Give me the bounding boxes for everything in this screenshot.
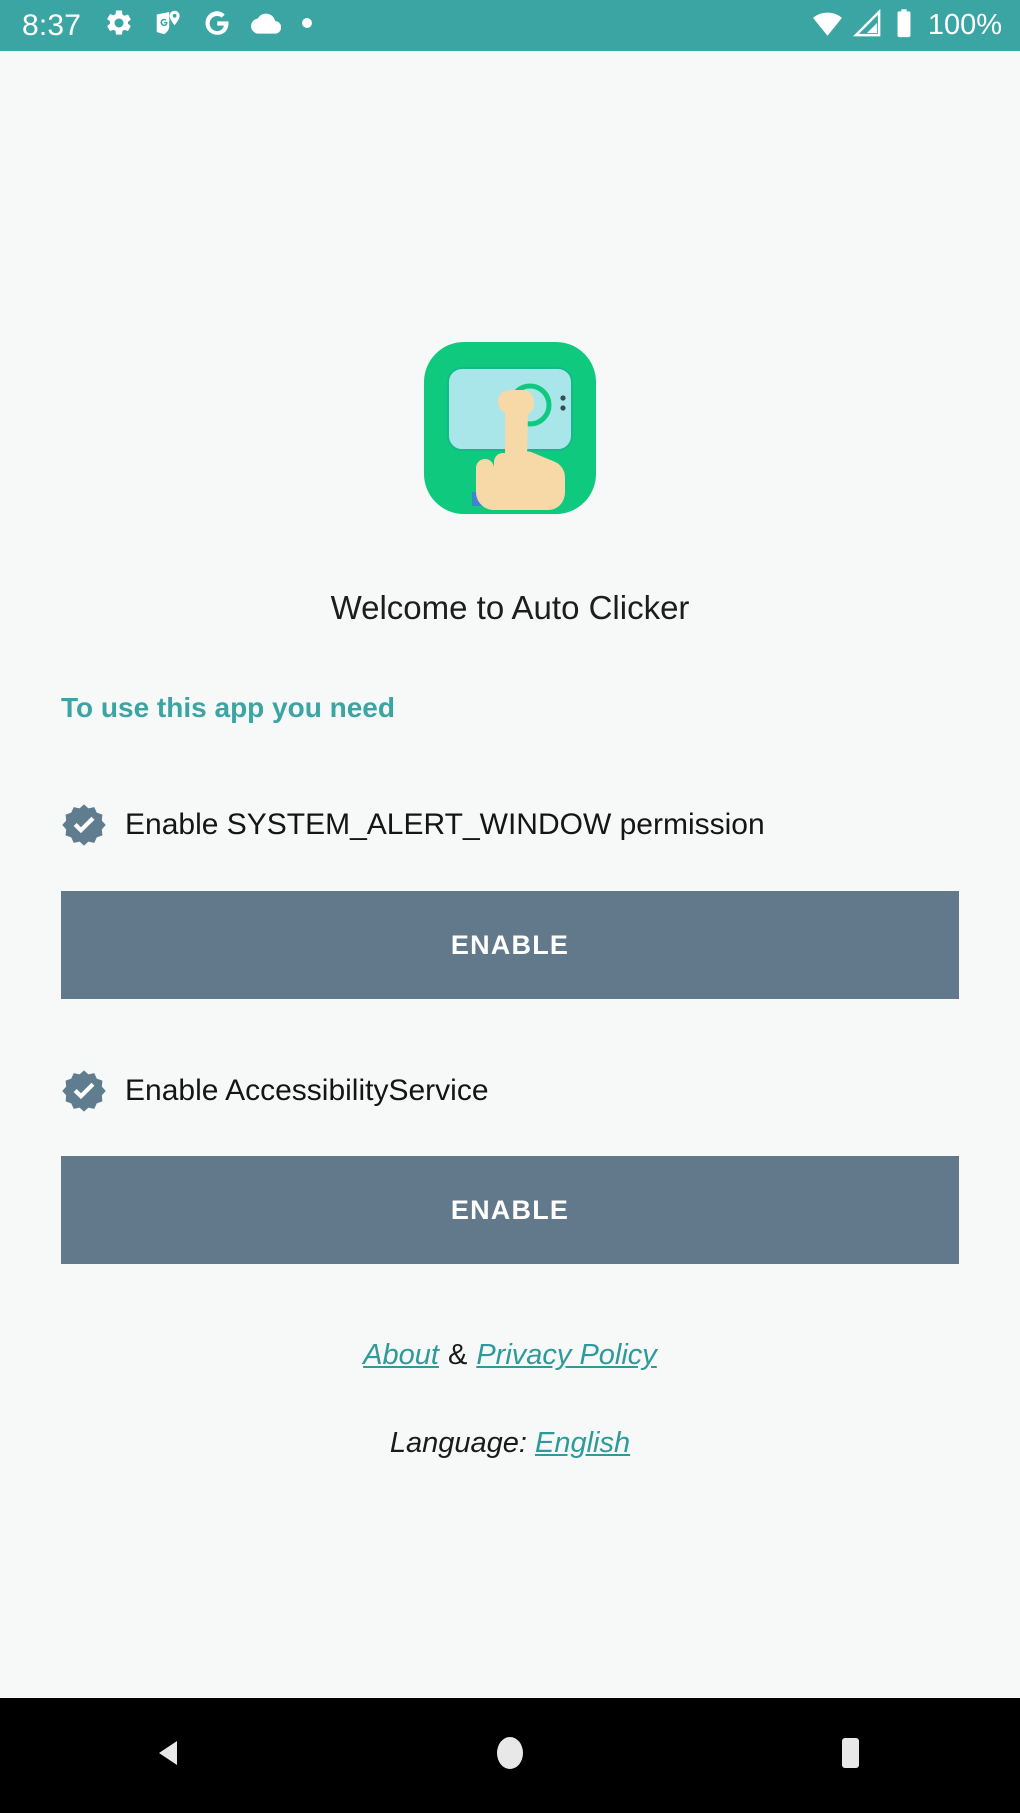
footer-links: About & Privacy Policy bbox=[0, 1339, 1020, 1372]
verified-check-badge-icon bbox=[61, 1068, 107, 1114]
dot-icon bbox=[300, 16, 314, 35]
privacy-policy-link[interactable]: Privacy Policy bbox=[476, 1339, 657, 1371]
status-bar-right-group: 100% bbox=[812, 8, 1002, 44]
gear-icon bbox=[104, 8, 134, 43]
status-bar: 8:37 100% bbox=[0, 0, 1020, 51]
welcome-title: Welcome to Auto Clicker bbox=[330, 589, 690, 626]
status-bar-clock: 8:37 bbox=[22, 8, 82, 42]
main-content: Welcome to Auto Clicker To use this app … bbox=[0, 51, 1020, 1698]
recents-square-icon bbox=[830, 1731, 870, 1780]
wifi-icon bbox=[812, 8, 843, 44]
language-row: Language: English bbox=[0, 1427, 1020, 1460]
battery-icon bbox=[892, 8, 916, 44]
android-navigation-bar bbox=[0, 1698, 1020, 1813]
permission-label: Enable SYSTEM_ALERT_WINDOW permission bbox=[125, 808, 765, 841]
permission-row-system-alert-window: Enable SYSTEM_ALERT_WINDOW permission bbox=[61, 802, 765, 848]
language-value-link[interactable]: English bbox=[535, 1427, 630, 1459]
home-circle-icon bbox=[490, 1731, 530, 1780]
permission-label: Enable AccessibilityService bbox=[125, 1074, 489, 1107]
google-g-icon bbox=[202, 8, 232, 43]
about-link[interactable]: About bbox=[363, 1339, 439, 1371]
cellular-signal-icon bbox=[852, 8, 883, 44]
android-device-screen: 8:37 100% Welcome to Auto Clicker To use… bbox=[0, 0, 1020, 1813]
enable-accessibility-service-button[interactable]: ENABLE bbox=[61, 1156, 959, 1264]
verified-check-badge-icon bbox=[61, 802, 107, 848]
status-bar-left-group: 8:37 bbox=[22, 8, 812, 43]
links-separator: & bbox=[447, 1339, 468, 1371]
requirements-heading: To use this app you need bbox=[61, 692, 395, 723]
recents-nav-button[interactable] bbox=[680, 1698, 1020, 1813]
language-label: Language: bbox=[389, 1427, 527, 1459]
permission-row-accessibility-service: Enable AccessibilityService bbox=[61, 1068, 489, 1114]
maps-pin-icon bbox=[153, 8, 183, 43]
home-nav-button[interactable] bbox=[340, 1698, 680, 1813]
back-triangle-icon bbox=[150, 1733, 190, 1778]
cloud-icon bbox=[251, 8, 282, 43]
battery-percent-label: 100% bbox=[927, 9, 1002, 41]
auto-clicker-app-logo bbox=[424, 342, 596, 514]
enable-system-alert-window-button[interactable]: ENABLE bbox=[61, 891, 959, 999]
back-nav-button[interactable] bbox=[0, 1698, 340, 1813]
